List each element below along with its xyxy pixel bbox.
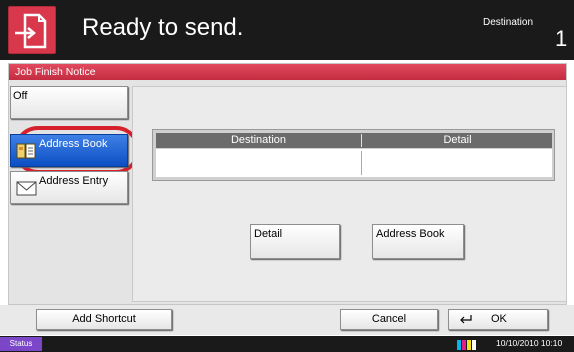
- page-title: Ready to send.: [82, 14, 244, 41]
- address-book-icon: [16, 142, 37, 160]
- panel-titlebar: Job Finish Notice: [9, 64, 566, 80]
- table-row[interactable]: [156, 149, 552, 177]
- detail-button[interactable]: Detail: [250, 224, 340, 259]
- column-divider: [361, 134, 362, 147]
- off-button[interactable]: Off: [10, 86, 128, 119]
- address-book-button[interactable]: Address Book: [10, 134, 128, 167]
- toner-level-icon: [457, 340, 476, 350]
- address-entry-button[interactable]: Address Entry: [10, 171, 128, 204]
- date-time-display: 10/10/2010 10:10: [496, 338, 563, 348]
- detail-button-label: Detail: [254, 228, 283, 240]
- address-entry-button-label: Address Entry: [39, 175, 109, 187]
- ok-button[interactable]: OK: [448, 309, 548, 330]
- address-book-lookup-button[interactable]: Address Book: [372, 224, 464, 259]
- bottom-action-bar: Add Shortcut Cancel OK: [0, 305, 574, 335]
- cell-divider: [361, 151, 362, 175]
- send-screen: Ready to send. Destination 1 Job Finish …: [0, 0, 574, 352]
- column-header-destination: Destination: [230, 134, 287, 146]
- return-arrow-icon: [460, 315, 472, 324]
- add-shortcut-button[interactable]: Add Shortcut: [36, 309, 172, 330]
- destination-label: Destination: [483, 17, 534, 28]
- status-button[interactable]: Status: [0, 337, 42, 351]
- address-book-button-label: Address Book: [39, 138, 108, 150]
- header-bar: Ready to send. Destination 1: [0, 0, 574, 60]
- envelope-icon: [16, 179, 37, 197]
- status-bar: Status 10/10/2010 10:10: [0, 336, 574, 352]
- panel-title: Job Finish Notice: [15, 66, 96, 78]
- destination-count: 1: [555, 26, 568, 51]
- job-finish-notice-panel: Job Finish Notice Off Address Book Addre…: [8, 63, 567, 305]
- destination-area: Destination Detail Detail Address Book: [132, 86, 567, 302]
- address-book-lookup-label: Address Book: [376, 228, 445, 240]
- destination-table: Destination Detail: [152, 129, 555, 181]
- table-header: Destination Detail: [156, 133, 552, 148]
- cancel-button[interactable]: Cancel: [340, 309, 438, 330]
- column-header-detail: Detail: [443, 134, 472, 146]
- document-send-icon: [8, 6, 56, 54]
- ok-button-label: OK: [491, 313, 507, 325]
- off-button-label: Off: [13, 90, 28, 102]
